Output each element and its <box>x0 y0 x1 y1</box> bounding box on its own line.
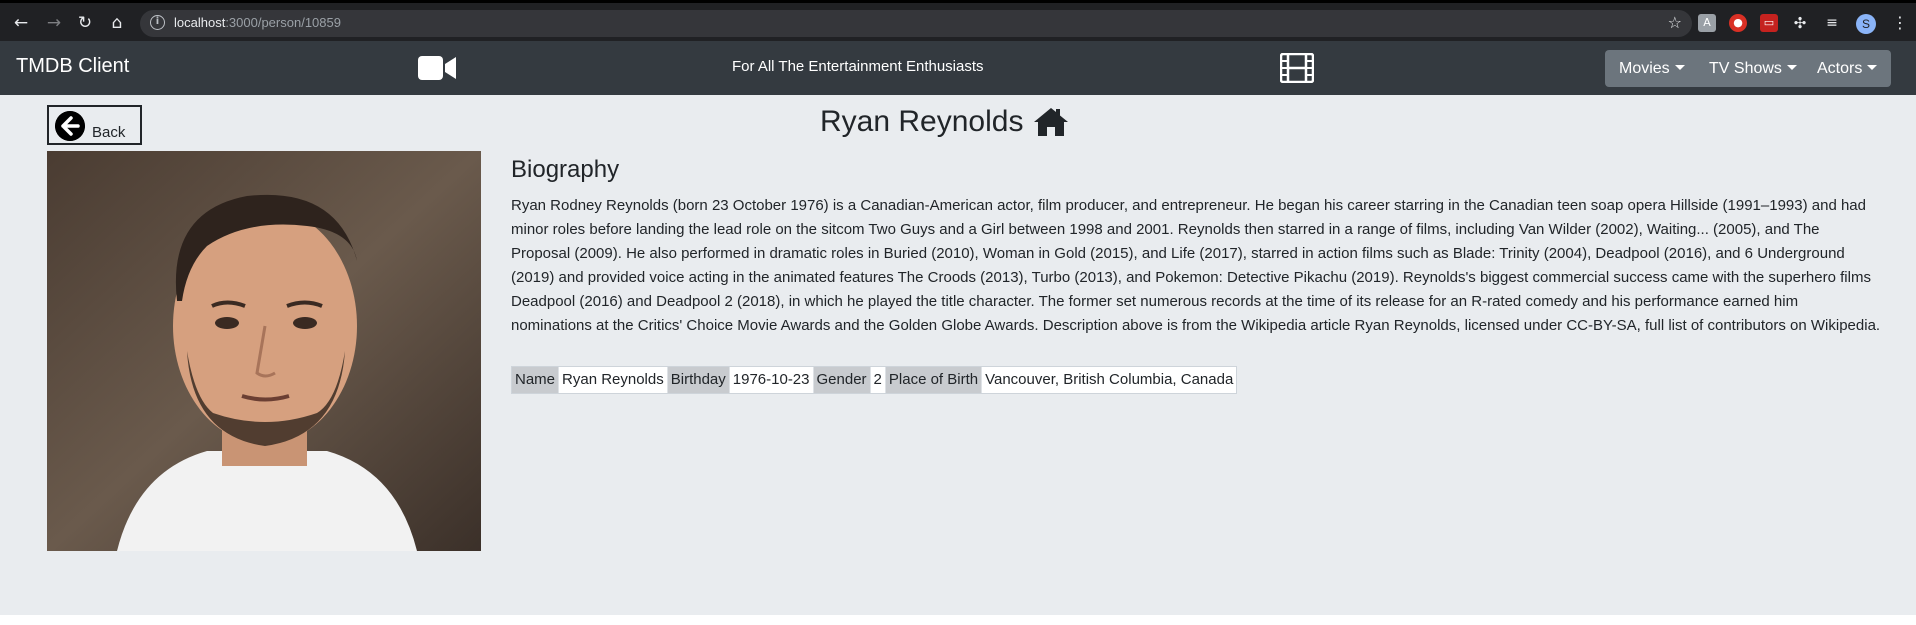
back-button[interactable]: Back <box>47 105 142 145</box>
place-of-birth-value: Vancouver, British Columbia, Canada <box>985 371 1234 388</box>
media-queue-icon[interactable]: ≡ <box>1823 14 1841 32</box>
place-of-birth-label: Place of Birth <box>885 367 983 393</box>
movies-dropdown-label: Movies <box>1619 60 1670 77</box>
back-arrow-icon[interactable]: ← <box>10 12 32 34</box>
url-host: localhost <box>174 15 226 30</box>
tv-shows-dropdown-label: TV Shows <box>1709 60 1782 77</box>
forward-arrow-icon[interactable]: → <box>43 12 65 34</box>
actors-dropdown[interactable]: Actors <box>1803 50 1892 87</box>
chevron-down-icon <box>1674 65 1685 70</box>
actor-profile-photo <box>47 151 481 551</box>
extension-translate-icon[interactable]: A <box>1698 14 1716 32</box>
back-button-label: Back <box>92 124 126 141</box>
gender-label: Gender <box>813 367 871 393</box>
profile-avatar[interactable]: S <box>1856 14 1876 34</box>
url-text[interactable]: localhost:3000/person/10859 <box>174 15 341 30</box>
person-page: Back Ryan Reynolds Biography Ryan Rodney… <box>0 95 1916 615</box>
navbar-tagline: For All The Entertainment Enthusiasts <box>732 58 984 75</box>
home-browser-icon[interactable]: ⌂ <box>106 12 128 34</box>
browser-toolbar: ← → ↻ ⌂ i localhost:3000/person/10859 ☆ … <box>0 0 1916 41</box>
browser-menu-icon[interactable]: ⋮ <box>1892 13 1908 32</box>
page-title-row: Ryan Reynolds <box>820 105 1069 139</box>
movies-dropdown[interactable]: Movies <box>1605 50 1699 87</box>
brand-link[interactable]: TMDB Client <box>16 55 129 78</box>
bookmark-star-icon[interactable]: ☆ <box>1668 13 1682 32</box>
chevron-down-icon <box>1867 65 1878 70</box>
page-title: Ryan Reynolds <box>820 105 1024 138</box>
address-bar[interactable]: i localhost:3000/person/10859 ☆ <box>140 10 1692 37</box>
site-info-icon[interactable]: i <box>150 15 165 30</box>
extension-book-icon[interactable]: ▭ <box>1760 14 1778 32</box>
film-strip-icon <box>1280 53 1314 83</box>
url-path: :3000/person/10859 <box>225 15 341 30</box>
name-label: Name <box>512 367 560 393</box>
name-value: Ryan Reynolds <box>559 367 668 393</box>
actor-portrait-illustration <box>47 151 481 551</box>
arrow-left-circle-icon <box>55 111 85 141</box>
actors-dropdown-label: Actors <box>1817 60 1863 77</box>
biography-text: Ryan Rodney Reynolds (born 23 October 19… <box>511 197 1881 334</box>
biography-heading: Biography <box>511 156 620 183</box>
birthday-value: 1976-10-23 <box>730 367 814 393</box>
gender-value: 2 <box>871 367 886 393</box>
video-camera-icon <box>418 56 456 80</box>
tv-shows-dropdown[interactable]: TV Shows <box>1695 50 1811 87</box>
birthday-label: Birthday <box>667 367 730 393</box>
app-navbar: TMDB Client For All The Entertainment En… <box>0 41 1916 95</box>
reload-icon[interactable]: ↻ <box>74 12 96 34</box>
extensions-puzzle-icon[interactable]: ✣ <box>1791 14 1809 32</box>
chevron-down-icon <box>1786 65 1797 70</box>
home-icon[interactable] <box>1033 107 1069 137</box>
extension-red-icon[interactable]: ● <box>1729 14 1747 32</box>
person-details-table: Name Ryan Reynolds Birthday 1976-10-23 G… <box>511 366 1238 394</box>
